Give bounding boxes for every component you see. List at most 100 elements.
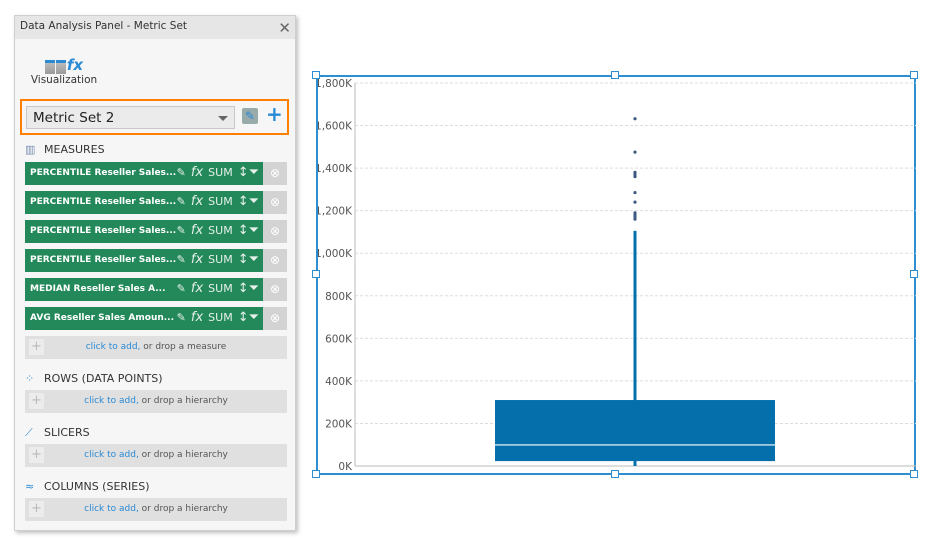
aggregation-button[interactable]: SUM xyxy=(208,224,233,237)
sort-filter-icon[interactable]: ↕⏷ xyxy=(238,165,259,180)
measure-label: PERCENTILE Reseller Sales... xyxy=(30,255,177,265)
y-tick-label: 600K xyxy=(325,333,353,345)
resize-handle[interactable] xyxy=(910,71,918,79)
measure-row[interactable]: AVG Reseller Sales Amoun... ✎ fx SUM ↕⏷ ⊗ xyxy=(25,307,287,330)
fx-icon[interactable]: fx xyxy=(191,194,203,209)
sort-filter-icon[interactable]: ↕⏷ xyxy=(238,223,259,238)
columns-header: ≈ COLUMNS (SERIES) xyxy=(25,480,150,493)
measure-chip[interactable]: MEDIAN Reseller Sales A... ✎ fx SUM ↕⏷ xyxy=(25,278,263,301)
pencil-icon[interactable]: ✎ xyxy=(177,311,186,324)
remove-measure-icon[interactable]: ⊗ xyxy=(263,307,287,330)
fx-icon[interactable]: fx xyxy=(191,223,203,238)
drop-hint: or drop a hierarchy xyxy=(138,396,228,406)
pencil-icon[interactable]: ✎ xyxy=(177,224,186,237)
measure-row[interactable]: PERCENTILE Reseller Sales... ✎ fx SUM ↕⏷ ⊗ xyxy=(25,220,287,243)
outlier-point xyxy=(633,150,637,154)
aggregation-button[interactable]: SUM xyxy=(208,195,233,208)
aggregation-button[interactable]: SUM xyxy=(208,311,233,324)
pencil-icon[interactable]: ✎ xyxy=(177,195,186,208)
outlier-point xyxy=(633,200,637,204)
slicers-title: SLICERS xyxy=(44,426,90,439)
click-to-add-link[interactable]: click to add, xyxy=(84,504,139,514)
close-icon[interactable]: ✕ xyxy=(278,19,291,37)
click-to-add-link[interactable]: click to add, xyxy=(84,396,139,406)
box xyxy=(495,400,775,462)
sort-filter-icon[interactable]: ↕⏷ xyxy=(238,194,259,209)
aggregation-button[interactable]: SUM xyxy=(208,282,233,295)
metric-set-selector-highlight: Metric Set 2 ✎ + xyxy=(20,99,289,135)
visualization-label: Visualization xyxy=(30,74,98,86)
measure-label: MEDIAN Reseller Sales A... xyxy=(30,284,166,294)
scatter-icon: ⁘ xyxy=(25,371,35,385)
measure-chip[interactable]: PERCENTILE Reseller Sales... ✎ fx SUM ↕⏷ xyxy=(25,191,263,214)
metric-set-value: Metric Set 2 xyxy=(33,110,115,126)
resize-handle[interactable] xyxy=(910,270,918,278)
pencil-icon[interactable]: ✎ xyxy=(177,253,186,266)
fx-icon[interactable]: fx xyxy=(191,281,203,296)
aggregation-button[interactable]: SUM xyxy=(208,253,233,266)
measure-row[interactable]: PERCENTILE Reseller Sales... ✎ fx SUM ↕⏷ ⊗ xyxy=(25,249,287,272)
drop-hint: or drop a hierarchy xyxy=(138,504,228,514)
slicers-header: ⟋ SLICERS xyxy=(25,426,90,439)
measure-label: PERCENTILE Reseller Sales... xyxy=(30,168,177,178)
panel-title: Data Analysis Panel - Metric Set xyxy=(20,20,188,32)
remove-measure-icon[interactable]: ⊗ xyxy=(263,162,287,185)
measure-row[interactable]: PERCENTILE Reseller Sales... ✎ fx SUM ↕⏷ ⊗ xyxy=(25,162,287,185)
ruler-icon: ▥ xyxy=(25,142,36,156)
add-column-hierarchy[interactable]: + click to add, or drop a hierarchy xyxy=(25,498,287,521)
remove-measure-icon[interactable]: ⊗ xyxy=(263,220,287,243)
sort-filter-icon[interactable]: ↕⏷ xyxy=(238,281,259,296)
y-tick-label: 200K xyxy=(325,418,353,430)
measure-label: PERCENTILE Reseller Sales... xyxy=(30,226,177,236)
columns-title: COLUMNS (SERIES) xyxy=(44,480,150,493)
y-tick-label: 1,400K xyxy=(318,163,353,175)
y-tick-label: 0K xyxy=(338,461,353,473)
sort-filter-icon[interactable]: ↕⏷ xyxy=(238,310,259,325)
chart-widget[interactable]: 0K 200K 400K 600K 800K 1,000K 1,200K 1,400K 1,60… xyxy=(315,75,916,475)
y-tick-label: 1,600K xyxy=(318,121,353,133)
add-slicer-hierarchy[interactable]: + click to add, or drop a hierarchy xyxy=(25,444,287,467)
measure-row[interactable]: MEDIAN Reseller Sales A... ✎ fx SUM ↕⏷ ⊗ xyxy=(25,278,287,301)
resize-handle[interactable] xyxy=(910,470,918,478)
outlier-point xyxy=(633,117,637,121)
click-to-add-link[interactable]: click to add, xyxy=(84,450,139,460)
aggregation-button[interactable]: SUM xyxy=(208,166,233,179)
remove-measure-icon[interactable]: ⊗ xyxy=(263,278,287,301)
pencil-icon[interactable]: ✎ xyxy=(177,282,186,295)
visualization-button[interactable]: fx Visualization xyxy=(29,50,99,86)
measure-row[interactable]: PERCENTILE Reseller Sales... ✎ fx SUM ↕⏷ ⊗ xyxy=(25,191,287,214)
rows-title: ROWS (DATA POINTS) xyxy=(44,372,163,385)
resize-handle[interactable] xyxy=(611,71,619,79)
fx-icon[interactable]: fx xyxy=(191,252,203,267)
y-tick-label: 1,200K xyxy=(318,206,353,218)
drop-hint: or drop a hierarchy xyxy=(138,450,228,460)
panel-title-bar[interactable]: Data Analysis Panel - Metric Set ✕ xyxy=(15,16,295,39)
add-measure-row[interactable]: + click to add, or drop a measure xyxy=(25,336,287,359)
metric-set-dropdown[interactable]: Metric Set 2 xyxy=(26,106,235,129)
resize-handle[interactable] xyxy=(611,470,619,478)
measure-label: AVG Reseller Sales Amoun... xyxy=(30,313,175,323)
outlier-point xyxy=(633,217,637,221)
fx-icon[interactable]: fx xyxy=(191,310,203,325)
add-metric-set-icon[interactable]: + xyxy=(266,102,283,126)
box-plot: 0K 200K 400K 600K 800K 1,000K 1,200K 1,400K 1,60… xyxy=(315,78,916,473)
measure-chip[interactable]: PERCENTILE Reseller Sales... ✎ fx SUM ↕⏷ xyxy=(25,162,263,185)
sort-filter-icon[interactable]: ↕⏷ xyxy=(238,252,259,267)
measure-chip[interactable]: AVG Reseller Sales Amoun... ✎ fx SUM ↕⏷ xyxy=(25,307,263,330)
measure-chip[interactable]: PERCENTILE Reseller Sales... ✎ fx SUM ↕⏷ xyxy=(25,249,263,272)
edit-metric-set-icon[interactable]: ✎ xyxy=(242,108,258,124)
slicer-icon: ⟋ xyxy=(25,425,33,439)
resize-handle[interactable] xyxy=(312,71,320,79)
click-to-add-link[interactable]: click to add, xyxy=(86,342,141,352)
remove-measure-icon[interactable]: ⊗ xyxy=(263,191,287,214)
measure-chip[interactable]: PERCENTILE Reseller Sales... ✎ fx SUM ↕⏷ xyxy=(25,220,263,243)
line-chart-icon: ≈ xyxy=(25,479,35,493)
measures-title: MEASURES xyxy=(44,143,105,156)
remove-measure-icon[interactable]: ⊗ xyxy=(263,249,287,272)
resize-handle[interactable] xyxy=(312,470,320,478)
pencil-icon[interactable]: ✎ xyxy=(177,166,186,179)
outlier-point xyxy=(633,175,637,179)
resize-handle[interactable] xyxy=(312,270,320,278)
fx-icon[interactable]: fx xyxy=(191,165,203,180)
add-row-hierarchy[interactable]: + click to add, or drop a hierarchy xyxy=(25,390,287,413)
